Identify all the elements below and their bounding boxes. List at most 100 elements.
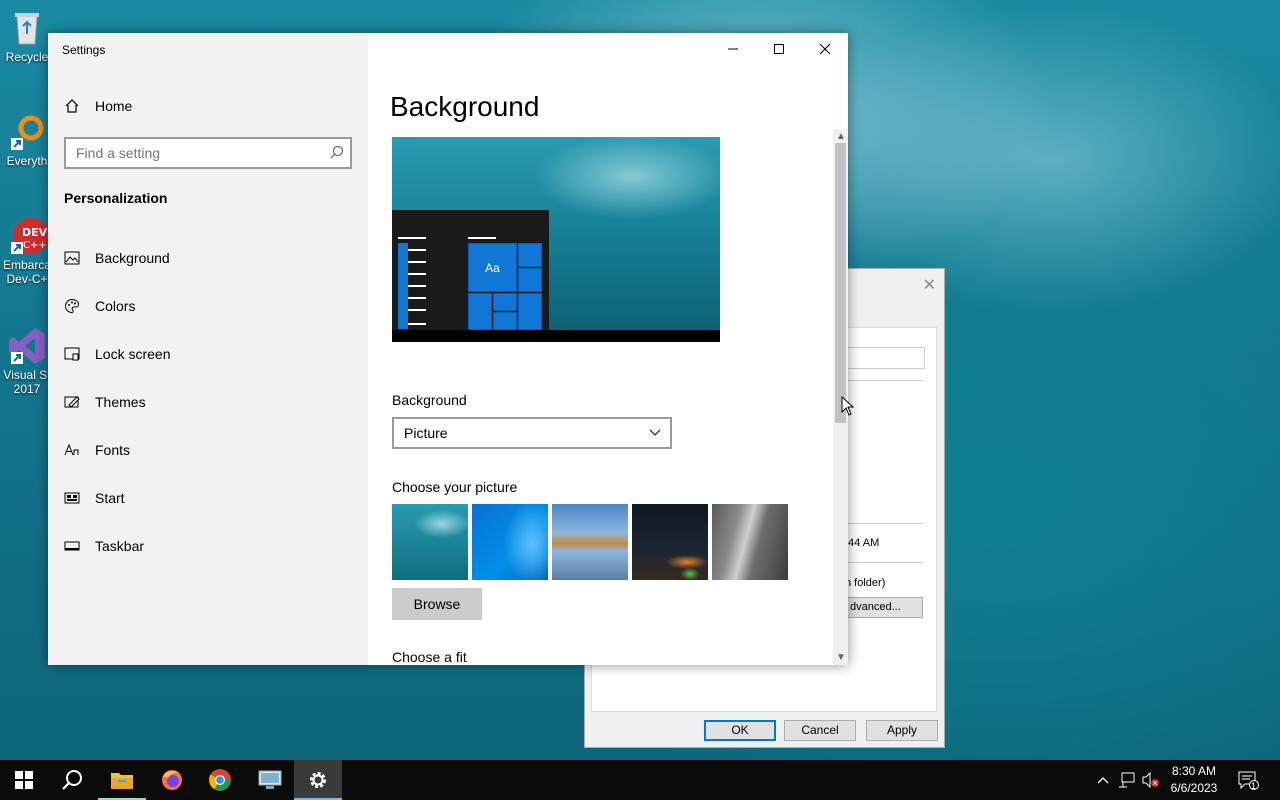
- dialog-advanced-button[interactable]: dvanced...: [843, 597, 923, 618]
- start-button[interactable]: [0, 760, 48, 800]
- devcpp-icon: DEV C++: [7, 216, 49, 256]
- search-icon[interactable]: [330, 145, 344, 159]
- scroll-down-icon[interactable]: ▼: [836, 652, 846, 663]
- sidebar-item-label: Colors: [95, 298, 136, 314]
- close-icon[interactable]: [802, 33, 848, 65]
- choose-fit-label: Choose a fit: [392, 649, 467, 665]
- settings-search-box[interactable]: [64, 137, 352, 169]
- browse-button[interactable]: Browse: [392, 588, 482, 620]
- page-title: Background: [390, 91, 540, 122]
- folder-icon: [111, 773, 133, 789]
- start-icon: [64, 490, 80, 506]
- choose-picture-label: Choose your picture: [392, 479, 518, 495]
- action-center-button[interactable]: 1: [1232, 760, 1264, 800]
- picture-thumbnail[interactable]: [392, 504, 468, 580]
- nav-home-label: Home: [95, 98, 133, 114]
- taskbar-remote-desktop[interactable]: [246, 760, 294, 800]
- lock-screen-icon: [64, 346, 80, 362]
- sidebar-item-themes[interactable]: Themes: [64, 390, 146, 414]
- background-type-dropdown[interactable]: Picture: [392, 417, 672, 449]
- windows-logo-icon: [15, 771, 33, 789]
- sidebar-item-label: Taskbar: [95, 538, 145, 554]
- picture-thumbnail[interactable]: [552, 504, 628, 580]
- scroll-up-icon[interactable]: ▲: [836, 131, 846, 142]
- desktop-icon-label: Everyth: [6, 154, 48, 168]
- gear-icon: [310, 772, 326, 788]
- minimize-icon[interactable]: [710, 33, 756, 65]
- taskbar-chrome[interactable]: [196, 760, 244, 800]
- sidebar-item-colors[interactable]: Colors: [64, 294, 135, 318]
- preview-tile: [468, 293, 492, 330]
- sidebar-item-fonts[interactable]: Fonts: [64, 438, 130, 462]
- preview-start-bar: [398, 243, 408, 329]
- recycle-bin-icon: [7, 8, 47, 48]
- clock-date: 6/6/2023: [1170, 781, 1218, 795]
- show-hidden-icons-button[interactable]: [1093, 760, 1113, 800]
- background-label: Background: [392, 392, 467, 408]
- notification-count-badge: 1: [1251, 781, 1257, 791]
- preview-tile: [518, 268, 542, 292]
- sidebar-item-label: Start: [95, 490, 125, 506]
- window-title: Settings: [62, 43, 106, 57]
- fonts-icon: [64, 442, 80, 458]
- picture-thumbnail[interactable]: [632, 504, 708, 580]
- dialog-close-icon[interactable]: ✕: [923, 275, 936, 295]
- picture-thumbnail[interactable]: [712, 504, 788, 580]
- visual-studio-icon: [7, 326, 47, 366]
- taskbar-settings[interactable]: [294, 760, 342, 800]
- preview-tile: [518, 293, 542, 330]
- picture-icon: [64, 250, 80, 266]
- preview-tile: Aa: [468, 243, 517, 292]
- network-tray-button[interactable]: [1116, 760, 1138, 800]
- preview-taskbar: [392, 330, 720, 342]
- sidebar-item-label: Fonts: [95, 442, 131, 458]
- cancel-button[interactable]: Cancel: [784, 720, 856, 741]
- desktop-icon-devcpp[interactable]: DEV C++ Embarca Dev-C+: [0, 216, 54, 286]
- search-input[interactable]: [66, 139, 316, 167]
- dropdown-value: Picture: [404, 425, 448, 441]
- desktop-icon-recycle-bin[interactable]: Recycle: [0, 8, 54, 64]
- ok-button[interactable]: OK: [704, 720, 776, 741]
- taskbar-firefox[interactable]: [148, 760, 196, 800]
- settings-window: Settings Home Personalization Background: [48, 33, 848, 665]
- preview-line: [468, 237, 496, 239]
- section-heading: Personalization: [64, 190, 168, 206]
- desktop-icon-visual-studio[interactable]: Visual St 2017: [0, 326, 54, 396]
- settings-content: Background Aa Background Picture Choose …: [368, 33, 848, 665]
- taskbar-file-explorer[interactable]: [98, 760, 146, 800]
- picture-thumbnail[interactable]: [472, 504, 548, 580]
- preview-tile: [518, 243, 542, 267]
- apply-button[interactable]: Apply: [866, 720, 938, 741]
- sidebar-item-background[interactable]: Background: [64, 246, 170, 270]
- taskbar: 8:30 AM 6/6/2023 1: [0, 760, 1280, 800]
- desktop-icon-label: Recycle: [5, 50, 49, 64]
- desktop-icon-label: Visual St: [3, 368, 51, 382]
- taskbar-clock[interactable]: 8:30 AM 6/6/2023: [1162, 763, 1226, 797]
- themes-icon: [64, 394, 80, 410]
- sidebar-item-label: Lock screen: [95, 346, 171, 362]
- desktop-icon-everything[interactable]: Everyth: [0, 112, 54, 168]
- sidebar-item-lock-screen[interactable]: Lock screen: [64, 342, 170, 366]
- sidebar-item-start[interactable]: Start: [64, 486, 125, 510]
- svg-text:DEV: DEV: [22, 226, 47, 239]
- chevron-up-icon: [1097, 777, 1109, 784]
- svg-text:C++: C++: [23, 240, 47, 251]
- dialog-text-field[interactable]: [845, 347, 925, 369]
- volume-muted-icon: [1142, 772, 1159, 788]
- settings-sidebar: Settings Home Personalization Background: [48, 33, 368, 665]
- nav-home[interactable]: Home: [64, 95, 132, 117]
- maximize-icon[interactable]: [756, 33, 802, 65]
- sidebar-item-taskbar[interactable]: Taskbar: [64, 534, 144, 558]
- home-icon: [64, 98, 80, 114]
- volume-tray-button[interactable]: [1140, 760, 1162, 800]
- desktop-icon-label: Embarca: [2, 258, 52, 272]
- taskbar-icon: [64, 538, 80, 554]
- network-icon: [1119, 772, 1135, 788]
- taskbar-search-button[interactable]: [48, 760, 96, 800]
- monitor-icon: [258, 770, 282, 789]
- sidebar-item-label: Themes: [95, 394, 146, 410]
- scrollbar-thumb[interactable]: [835, 143, 846, 423]
- desktop-icon-label-line2: 2017: [13, 382, 41, 396]
- preview-tile: [493, 312, 517, 330]
- divider: [845, 523, 923, 524]
